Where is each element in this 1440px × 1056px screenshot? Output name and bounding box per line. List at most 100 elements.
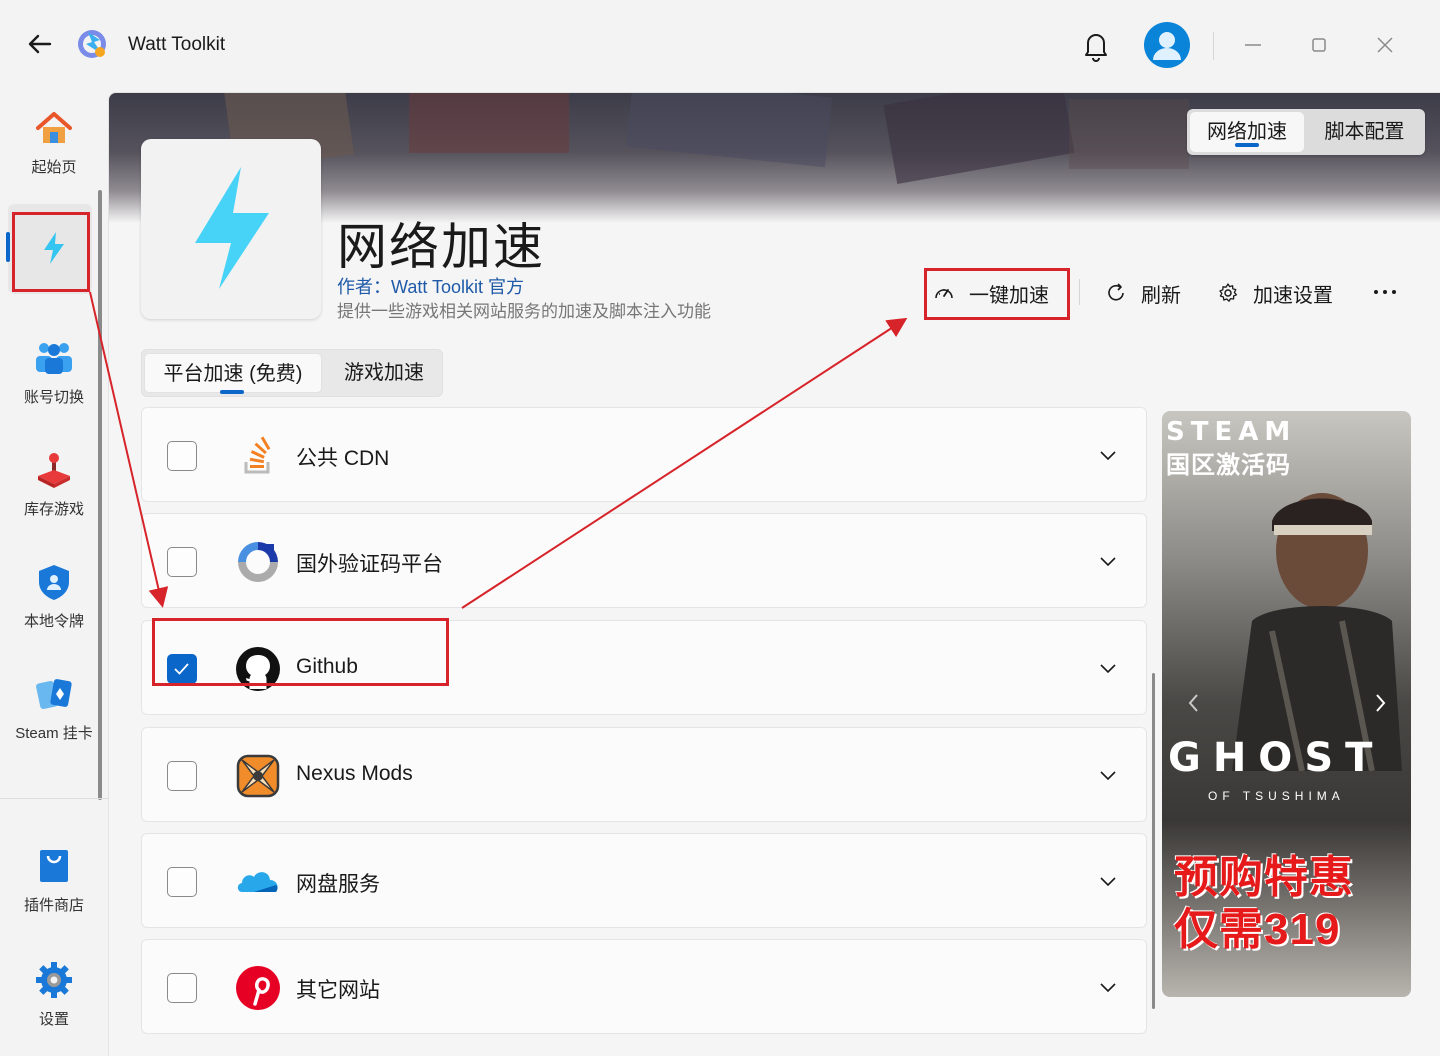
sidebar-item-label: 库存游戏 [23,501,84,518]
joystick-icon [38,453,70,488]
one-click-accelerate-button[interactable]: 一键加速 [933,275,1049,311]
plugin-author[interactable]: 作者：Watt Toolkit 官方 [337,273,524,299]
sidebar-item-network-acceleration[interactable] [0,228,108,318]
sidebar-item-label: 起始页 [31,159,77,176]
nexus-mods-icon [236,754,280,798]
chevron-down-icon[interactable] [1097,976,1119,998]
refresh-icon [1108,283,1124,301]
recaptcha-icon [238,542,278,582]
lightning-icon [195,167,269,289]
tab-active-indicator [1235,143,1259,147]
tab-platform-acceleration[interactable]: 平台加速 (免费) [144,353,322,393]
list-item[interactable]: 公共 CDN [141,407,1147,502]
cards-icon [36,679,72,710]
service-checkbox[interactable] [167,973,197,1003]
ad-game-title: GHOST [1168,735,1385,781]
title-bar: Watt Toolkit [0,0,1440,92]
tab-label: 网络加速 [1207,121,1287,143]
tab-label: 游戏加速 [344,362,424,384]
service-label: 公共 CDN [296,447,390,470]
chevron-down-icon[interactable] [1097,550,1119,572]
service-checkbox[interactable] [167,761,197,791]
service-checkbox[interactable] [167,441,197,471]
action-separator [1079,279,1080,305]
tab-label: 脚本配置 [1324,121,1405,143]
list-item[interactable]: 网盘服务 [141,833,1147,928]
sidebar-item-plugin-store[interactable]: 插件商店 [0,846,108,936]
avatar[interactable] [1144,22,1190,68]
sidebar-item-label: Steam 挂卡 [15,725,93,742]
speedometer-icon [935,289,953,299]
github-icon [236,647,280,691]
gear-icon [1219,283,1238,302]
titlebar-separator [1213,32,1214,60]
list-item[interactable]: Nexus Mods [141,727,1147,822]
service-checkbox[interactable] [167,547,197,577]
shield-icon [39,565,69,600]
tab-script-config[interactable]: 脚本配置 [1307,112,1422,152]
chevron-right-icon[interactable] [1370,691,1390,715]
sidebar: 起始页 账号切换 库存游戏 本地令牌 Steam 挂卡 插件商店 设置 [0,92,108,1056]
checkmark-icon [174,663,189,675]
chevron-left-icon[interactable] [1184,691,1204,715]
sidebar-item-settings[interactable]: 设置 [0,960,108,1050]
maximize-icon[interactable] [1304,30,1334,60]
sidebar-item-home[interactable]: 起始页 [0,108,108,198]
close-icon[interactable] [1370,30,1400,60]
list-item[interactable]: 其它网站 [141,939,1147,1034]
promo-banner[interactable]: STEAM 国区激活码 GHOST OF TSUSHIMA 预购特惠 仅需319 [1162,411,1411,997]
ad-game-subtitle: OF TSUSHIMA [1208,789,1345,803]
top-tab-bar: 网络加速 脚本配置 [1187,109,1425,155]
plugin-icon [141,139,321,319]
sidebar-item-local-token[interactable]: 本地令牌 [0,562,108,652]
chevron-down-icon[interactable] [1097,657,1119,679]
one-click-accelerate-label: 一键加速 [969,284,1049,307]
tab-game-acceleration[interactable]: 游戏加速 [326,353,442,393]
page-title: 网络加速 [337,219,545,275]
service-checkbox[interactable] [167,867,197,897]
minimize-icon[interactable] [1238,30,1268,60]
tab-label: 平台加速 (免费) [163,363,303,385]
app-title: Watt Toolkit [128,34,226,55]
list-item[interactable]: Github [141,620,1147,715]
list-item[interactable]: 国外验证码平台 [141,513,1147,608]
acceleration-settings-button[interactable]: 加速设置 [1217,275,1333,311]
sidebar-item-label: 插件商店 [23,897,84,914]
sidebar-item-steam-idle[interactable]: Steam 挂卡 [0,674,108,764]
sidebar-item-label: 本地令牌 [23,613,84,630]
bell-icon[interactable] [1080,28,1112,62]
stack-overflow-icon [244,436,271,474]
user-icon [1146,24,1188,66]
watt-toolkit-logo-icon [78,30,106,58]
gear-icon [36,962,72,998]
sub-tab-bar: 平台加速 (免费) 游戏加速 [141,349,443,397]
chevron-down-icon[interactable] [1097,870,1119,892]
sidebar-divider [0,798,108,799]
chevron-down-icon[interactable] [1097,764,1119,786]
onedrive-cloud-icon [237,872,278,892]
sidebar-item-account-switch[interactable]: 账号切换 [0,338,108,428]
service-label: 国外验证码平台 [296,553,443,576]
refresh-label: 刷新 [1141,284,1181,307]
back-arrow-icon[interactable] [26,30,54,58]
shop-bag-icon [40,850,68,882]
list-scrollbar[interactable] [1152,673,1155,1009]
more-options-icon[interactable] [1371,283,1399,301]
sidebar-item-library-games[interactable]: 库存游戏 [0,450,108,540]
service-label: 网盘服务 [296,873,380,896]
chevron-down-icon[interactable] [1097,444,1119,466]
ad-steam-text: STEAM [1166,417,1297,447]
users-icon [36,343,72,374]
sidebar-item-label: 账号切换 [23,389,84,406]
service-label: Nexus Mods [296,762,413,785]
tab-active-indicator [220,390,244,394]
service-label: 其它网站 [296,979,380,1002]
service-label: Github [296,655,358,678]
samurai-artwork-icon [1232,493,1402,771]
plugin-description: 提供一些游戏相关网站服务的加速及脚本注入功能 [337,302,711,321]
sidebar-item-label: 设置 [38,1011,69,1028]
ad-promo-line: 仅需319 [1174,905,1341,954]
refresh-button[interactable]: 刷新 [1105,275,1181,311]
main-content: 网络加速 作者：Watt Toolkit 官方 提供一些游戏相关网站服务的加速及… [108,92,1440,1056]
service-checkbox[interactable] [167,654,197,684]
